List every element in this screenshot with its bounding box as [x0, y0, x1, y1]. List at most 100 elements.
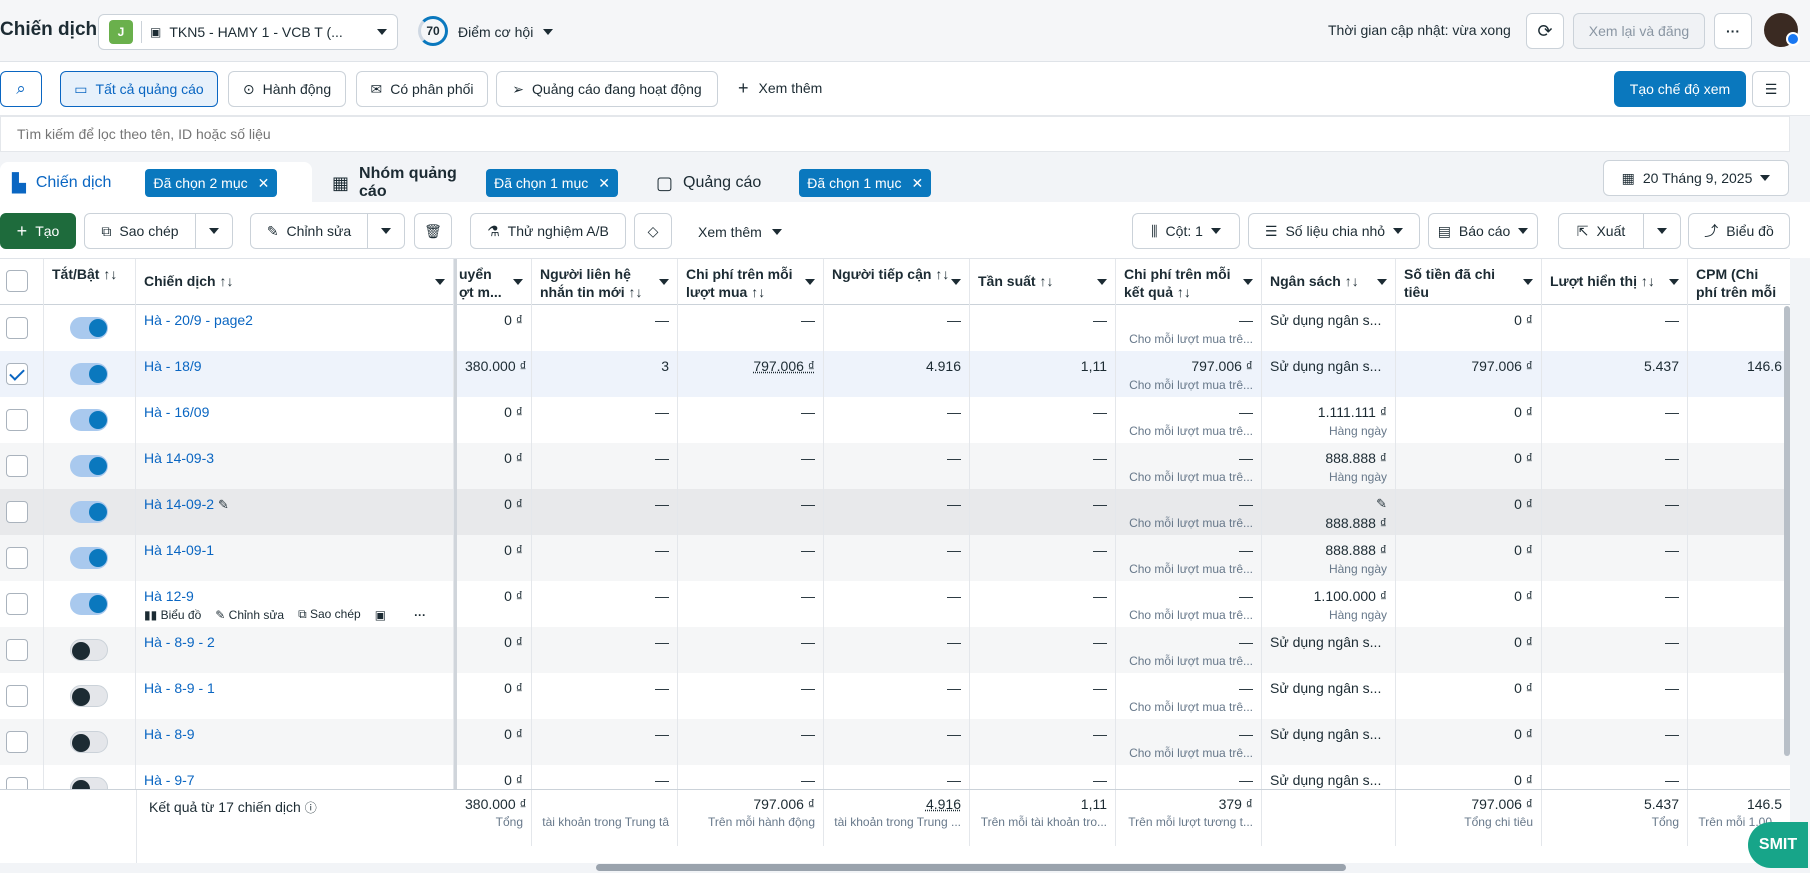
- table-row[interactable]: Hà 14-09-2 ✎ 0 ₫ — — — — — Cho mỗi lượt mua trê…: [0, 489, 1790, 535]
- account-selector[interactable]: J ▣ TKN5 - HAMY 1 - VCB T (...: [98, 14, 398, 50]
- more-icon[interactable]: ···: [414, 608, 426, 622]
- vertical-scrollbar[interactable]: [1784, 306, 1790, 756]
- header-impressions[interactable]: Lượt hiển thị ↑↓: [1542, 259, 1688, 305]
- campaign-toggle[interactable]: [70, 593, 108, 615]
- header-frequency[interactable]: Tần suất ↑↓: [970, 259, 1116, 305]
- tab-ads[interactable]: ▢ Quảng cáo Đã chọn 1 mục ✕: [644, 162, 956, 204]
- table-row[interactable]: Hà 14-09-3 0 ₫ — — — — — Cho mỗi lượt mua trê..…: [0, 443, 1790, 489]
- date-range-picker[interactable]: ▦ 20 Tháng 9, 2025: [1603, 160, 1789, 196]
- row-checkbox[interactable]: [6, 593, 28, 615]
- campaign-name-link[interactable]: Hà - 16/09: [144, 404, 209, 420]
- edit-button[interactable]: ✎ Chỉnh sửa: [250, 213, 368, 249]
- cell-value[interactable]: 888.888 ₫: [1270, 515, 1387, 531]
- search-input[interactable]: [1, 117, 1789, 151]
- table-row[interactable]: Hà - 8-9 - 2 0 ₫ — — — — — Cho mỗi lượt mua trê…: [0, 627, 1790, 673]
- table-row[interactable]: Hà 14-09-1 0 ₫ — — — — — Cho mỗi lượt mua trê..…: [0, 535, 1790, 581]
- tab-campaigns[interactable]: ▙ Chiến dịch Đã chọn 2 mục ✕: [0, 162, 312, 204]
- close-icon[interactable]: ✕: [598, 175, 610, 192]
- more-filters-button[interactable]: + Xem thêm: [738, 79, 822, 97]
- selected-badge[interactable]: Đã chọn 2 mục ✕: [145, 169, 278, 197]
- row-checkbox[interactable]: [6, 409, 28, 431]
- selected-badge[interactable]: Đã chọn 1 mục ✕: [486, 169, 618, 197]
- header-cost-per-result[interactable]: Chi phí trên mỗi kết quả ↑↓: [1116, 259, 1262, 305]
- opportunity-score[interactable]: 70: [418, 16, 448, 46]
- create-button[interactable]: + Tạo: [0, 213, 76, 249]
- campaign-name-link[interactable]: Hà - 9-7: [144, 772, 195, 788]
- header-amount-spent[interactable]: Số tiền đã chi tiêu: [1396, 259, 1542, 305]
- select-all-checkbox[interactable]: [6, 270, 28, 292]
- row-checkbox[interactable]: [6, 363, 28, 385]
- campaign-name-link[interactable]: Hà 14-09-1: [144, 542, 214, 558]
- delete-button[interactable]: 🗑: [414, 213, 452, 249]
- table-row[interactable]: Hà - 16/09 0 ₫ — — — — — Cho mỗi lượt mua trê..…: [0, 397, 1790, 443]
- campaign-toggle[interactable]: [70, 731, 108, 753]
- campaign-toggle[interactable]: [70, 501, 108, 523]
- campaign-toggle[interactable]: [70, 639, 108, 661]
- table-row[interactable]: Hà - 20/9 - page2 0 ₫ — — — — — Cho mỗi lượt mu…: [0, 305, 1790, 351]
- reports-button[interactable]: ▤ Báo cáo: [1428, 213, 1538, 249]
- header-reach[interactable]: Người tiếp cận ↑↓: [824, 259, 970, 305]
- create-view-button[interactable]: Tạo chế độ xem: [1614, 71, 1746, 107]
- row-checkbox[interactable]: [6, 455, 28, 477]
- row-checkbox[interactable]: [6, 685, 28, 707]
- table-row[interactable]: Hà - 8-9 - 1 0 ₫ — — — — — Cho mỗi lượt mua trê…: [0, 673, 1790, 719]
- close-icon[interactable]: ✕: [911, 175, 923, 192]
- campaign-toggle[interactable]: [70, 685, 108, 707]
- image-icon[interactable]: ▣: [375, 608, 386, 622]
- filter-actions[interactable]: ⊙ Hành động: [228, 71, 346, 107]
- header-campaign[interactable]: Chiến dịch ↑↓: [136, 259, 454, 305]
- selected-badge[interactable]: Đã chọn 1 mục ✕: [799, 169, 932, 197]
- breakdown-button[interactable]: ☰ Số liệu chia nhỏ: [1248, 213, 1420, 249]
- campaign-name-link[interactable]: Hà 14-09-2: [144, 496, 214, 512]
- opportunity-score-menu[interactable]: Điểm cơ hội: [458, 24, 554, 40]
- row-checkbox[interactable]: [6, 501, 28, 523]
- toolbar-more-button[interactable]: Xem thêm: [698, 224, 782, 240]
- campaign-toggle[interactable]: [70, 317, 108, 339]
- export-dropdown[interactable]: [1643, 213, 1681, 249]
- row-checkbox[interactable]: [6, 317, 28, 339]
- campaign-toggle[interactable]: [70, 455, 108, 477]
- copy-dropdown[interactable]: [195, 213, 233, 249]
- smit-chat-widget[interactable]: SMIT: [1748, 822, 1808, 868]
- campaign-name-link[interactable]: Hà - 8-9: [144, 726, 195, 742]
- campaign-name-link[interactable]: Hà - 18/9: [144, 358, 202, 374]
- ab-test-button[interactable]: ⚗ Thử nghiệm A/B: [470, 213, 626, 249]
- close-icon[interactable]: ✕: [258, 175, 270, 192]
- columns-button[interactable]: ⫼ Cột: 1: [1132, 213, 1240, 249]
- campaign-name-link[interactable]: Hà - 8-9 - 2: [144, 634, 215, 650]
- copy-button[interactable]: ⧉ Sao chép: [84, 213, 196, 249]
- campaign-toggle[interactable]: [70, 409, 108, 431]
- header-conversion[interactable]: uyển ợt m...: [457, 259, 532, 305]
- edit-dropdown[interactable]: [367, 213, 405, 249]
- header-cpm[interactable]: CPM (Chi phí trên mỗi 1.000...: [1688, 259, 1790, 305]
- horizontal-scrollbar[interactable]: [596, 864, 1346, 871]
- header-new-contacts[interactable]: Người liên hệ nhắn tin mới ↑↓: [532, 259, 678, 305]
- chart-button[interactable]: ⤴ Biểu đồ: [1688, 213, 1790, 249]
- campaign-name-link[interactable]: Hà 12-9: [144, 588, 194, 604]
- pencil-icon[interactable]: ✎: [1270, 496, 1387, 512]
- review-publish-button[interactable]: Xem lại và đăng: [1573, 13, 1705, 49]
- tab-adsets[interactable]: ▦ Nhóm quảng cáo Đã chọn 1 mục ✕: [320, 162, 630, 204]
- campaign-name-link[interactable]: Hà - 8-9 - 1: [144, 680, 215, 696]
- row-checkbox[interactable]: [6, 547, 28, 569]
- campaign-name-link[interactable]: Hà - 20/9 - page2: [144, 312, 253, 328]
- pencil-icon[interactable]: ✎: [218, 497, 229, 512]
- header-cost-per-purchase[interactable]: Chi phí trên mỗi lượt mua ↑↓: [678, 259, 824, 305]
- row-copy-action[interactable]: ⧉ Sao chép: [298, 607, 361, 622]
- header-toggle[interactable]: Tắt/Bật ↑↓: [44, 259, 136, 305]
- more-options-button[interactable]: ···: [1714, 13, 1752, 49]
- row-chart-action[interactable]: ▮▮ Biểu đồ: [144, 608, 201, 622]
- header-budget[interactable]: Ngân sách ↑↓: [1262, 259, 1396, 305]
- campaign-name-link[interactable]: Hà 14-09-3: [144, 450, 214, 466]
- info-icon[interactable]: ⓘ: [305, 801, 317, 815]
- export-button[interactable]: ⇱ Xuất: [1558, 213, 1644, 249]
- table-row[interactable]: Hà - 8-9 0 ₫ — — — — — Cho mỗi lượt mua trê... S…: [0, 719, 1790, 765]
- refresh-button[interactable]: ⟳: [1526, 13, 1564, 49]
- search-button[interactable]: ⌕: [0, 71, 42, 107]
- table-row[interactable]: Hà - 18/9 380.000 ₫ 3 797.006 ₫ 4.916 1,11 797…: [0, 351, 1790, 397]
- campaign-toggle[interactable]: [70, 363, 108, 385]
- view-settings-button[interactable]: ☰: [1752, 71, 1790, 107]
- filter-delivered[interactable]: ✉ Có phân phối: [356, 71, 488, 107]
- filter-active-ads[interactable]: ➢ Quảng cáo đang hoạt động: [496, 71, 718, 107]
- tag-button[interactable]: ◇: [634, 213, 672, 249]
